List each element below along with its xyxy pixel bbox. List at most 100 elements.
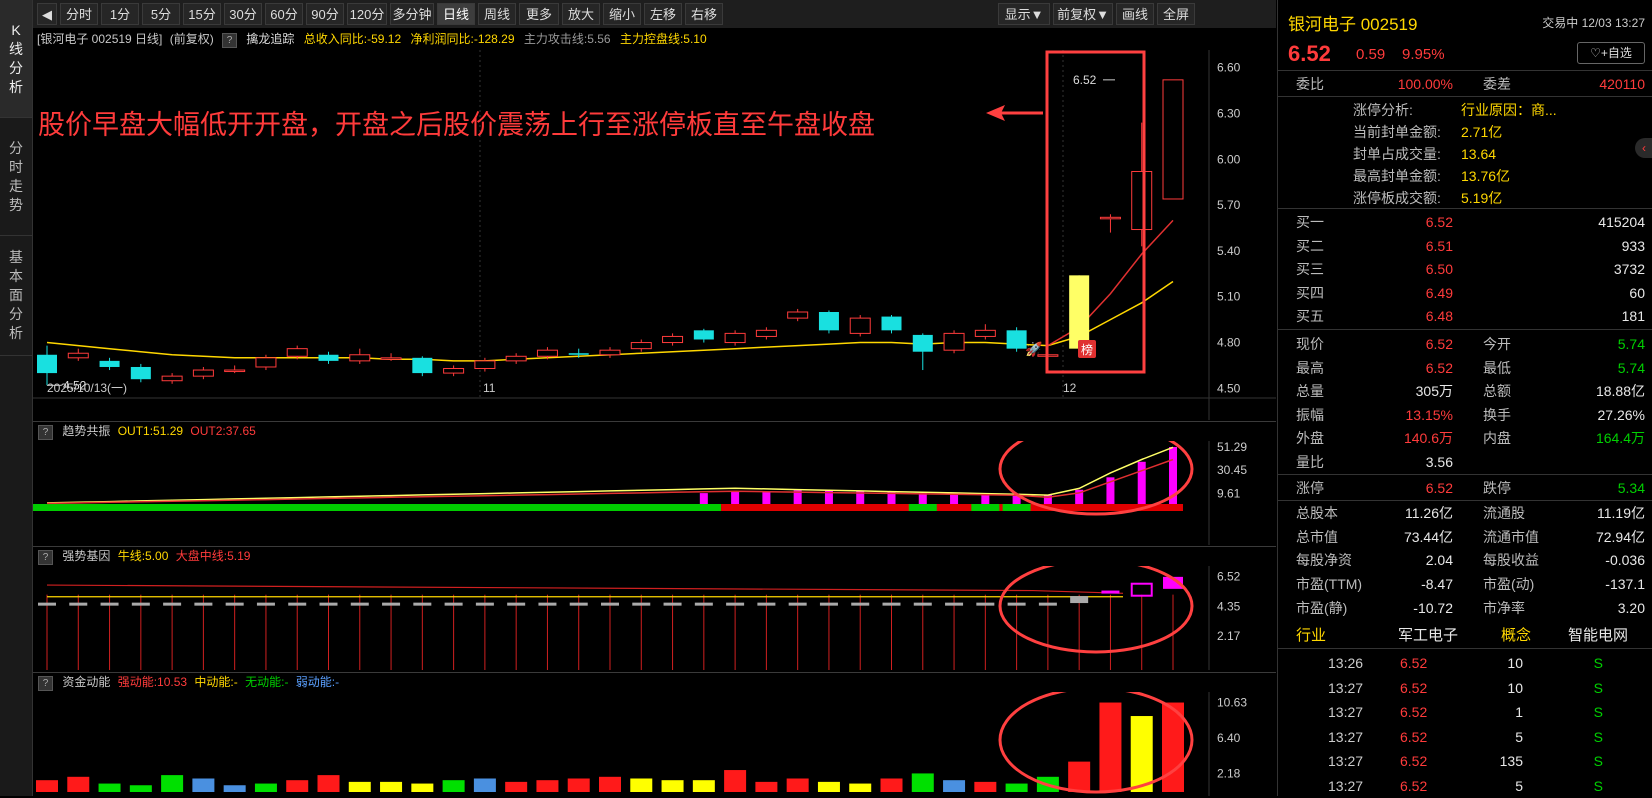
magenta-bar bbox=[918, 493, 927, 504]
tick-time: 13:27 bbox=[1328, 704, 1364, 720]
period-button-11[interactable]: 更多▼ bbox=[519, 3, 559, 44]
period-button-10[interactable]: 周线 bbox=[478, 3, 516, 25]
candle-body bbox=[130, 366, 151, 380]
pane4-chart[interactable]: 10.636.402.18⚙✕ bbox=[33, 692, 1276, 796]
period-button-6[interactable]: 90分 bbox=[306, 3, 344, 25]
y-tick-label: 6.60 bbox=[1217, 61, 1241, 75]
candle-body bbox=[224, 369, 246, 373]
candle-body bbox=[161, 375, 183, 382]
energy-bar bbox=[1130, 716, 1153, 792]
help-icon[interactable]: ? bbox=[38, 425, 53, 440]
candle-body bbox=[599, 349, 621, 356]
tab-fundamentals[interactable]: 基本面分析 bbox=[0, 236, 32, 356]
candle-body bbox=[943, 332, 965, 351]
period-button-7[interactable]: 120分 bbox=[347, 3, 387, 25]
pane4-strong: 强动能:10.53 bbox=[117, 675, 188, 689]
trade-status: 交易中 12/03 13:27 bbox=[1542, 16, 1645, 30]
energy-bar bbox=[161, 775, 184, 792]
period-button-3[interactable]: 15分 bbox=[183, 3, 221, 25]
pane4-name: 资金动能 bbox=[62, 675, 111, 689]
period-button-1[interactable]: 1分 bbox=[101, 3, 139, 25]
pane3-market: 大盘中线:5.19 bbox=[175, 549, 251, 563]
stat-label: 现价 bbox=[1296, 336, 1324, 352]
divider bbox=[1278, 329, 1652, 330]
y-tick-label: 5.10 bbox=[1217, 290, 1241, 304]
stat-label: 每股收益 bbox=[1483, 552, 1539, 569]
help-icon[interactable]: ? bbox=[38, 550, 53, 565]
toolbar-right-button-1[interactable]: 前复权▼ bbox=[1053, 3, 1113, 25]
grey-bar bbox=[1007, 602, 1026, 606]
collapse-button[interactable]: ◀ bbox=[37, 3, 57, 25]
energy-bar bbox=[129, 785, 152, 792]
tick-price: 6.52 bbox=[1400, 704, 1428, 720]
stat-label: 量比 bbox=[1296, 454, 1324, 470]
add-watchlist-button[interactable]: ♡+自选 bbox=[1577, 42, 1645, 64]
toolbar-right-button-2[interactable]: 画线 bbox=[1116, 3, 1154, 25]
bid-price: 6.50 bbox=[1425, 261, 1453, 277]
weibi-row: 委比 100.00% 委差 420110 bbox=[1278, 72, 1652, 96]
badge-label: 榜 bbox=[1081, 342, 1093, 357]
candle-body bbox=[693, 330, 714, 340]
tick-time: 13:27 bbox=[1328, 679, 1364, 696]
magenta-bar bbox=[1137, 461, 1146, 504]
toolbar-right-button-0[interactable]: 显示▼ bbox=[998, 3, 1050, 25]
stat-label: 今开 bbox=[1483, 336, 1511, 352]
energy-bar bbox=[817, 781, 840, 792]
grey-bar bbox=[413, 602, 432, 606]
stat-label: 总市值 bbox=[1296, 528, 1338, 545]
market-line bbox=[46, 584, 1124, 594]
industry-label: 行业 bbox=[1296, 627, 1327, 644]
rocket-icon: 🚀 bbox=[1025, 341, 1043, 358]
period-button-12[interactable]: 放大 bbox=[562, 3, 600, 25]
period-button-13[interactable]: 缩小 bbox=[603, 3, 641, 25]
divider bbox=[1278, 96, 1652, 97]
pane3-chart[interactable]: 6.524.352.17⚙✕ bbox=[33, 566, 1276, 670]
tab-intraday[interactable]: 分时走势 bbox=[0, 118, 32, 236]
energy-bar bbox=[974, 781, 997, 792]
period-button-8[interactable]: 多分钟 bbox=[390, 3, 434, 25]
help-icon[interactable]: ? bbox=[38, 676, 53, 691]
grey-bar bbox=[131, 602, 150, 606]
grey-bar bbox=[726, 602, 745, 606]
period-button-4[interactable]: 30分 bbox=[224, 3, 262, 25]
candle-body bbox=[974, 329, 996, 337]
period-button-14[interactable]: 左移 bbox=[644, 3, 682, 25]
stat-value: 3.20 bbox=[1617, 599, 1645, 616]
tick-volume: 10 bbox=[1507, 655, 1523, 671]
period-button-5[interactable]: 60分 bbox=[265, 3, 303, 25]
grey-bar bbox=[225, 602, 244, 606]
help-icon[interactable]: ? bbox=[222, 33, 238, 48]
stat-value: 305万 bbox=[1415, 383, 1453, 400]
y-tick-label: 9.61 bbox=[1217, 486, 1241, 500]
tick-side: S bbox=[1593, 704, 1603, 720]
tab-kline-analysis[interactable]: K线分析 bbox=[0, 0, 32, 118]
energy-bar bbox=[536, 780, 559, 792]
period-button-9[interactable]: 日线 bbox=[437, 3, 475, 25]
energy-bar bbox=[67, 776, 90, 792]
period-button-0[interactable]: 分时 bbox=[60, 3, 98, 25]
period-button-15[interactable]: 右移 bbox=[685, 3, 723, 25]
pane3-bull: 牛线:5.00 bbox=[117, 549, 169, 563]
toolbar-right-button-3[interactable]: 全屏 bbox=[1157, 3, 1195, 25]
candle-body bbox=[412, 357, 433, 374]
energy-bar bbox=[630, 778, 653, 792]
pane2-chart[interactable]: 51.2930.459.61⚙✕ bbox=[33, 441, 1276, 545]
stock-name: 银河电子 002519 bbox=[1288, 15, 1418, 34]
stat-value: 2.04 bbox=[1425, 552, 1453, 569]
pane2-name: 趋势共振 bbox=[62, 424, 111, 438]
collapse-icon: ◀ bbox=[42, 7, 52, 22]
tick-side: S bbox=[1593, 679, 1603, 696]
candle-body bbox=[536, 349, 558, 357]
concept-value[interactable]: 智能电网 bbox=[1568, 625, 1628, 647]
industry-value[interactable]: 军工电子 bbox=[1398, 625, 1458, 647]
divider bbox=[1278, 208, 1652, 209]
y-tick-label: 4.80 bbox=[1217, 336, 1241, 350]
expand-arrow-icon[interactable]: ‹ bbox=[1635, 138, 1652, 158]
energy-bar bbox=[849, 783, 872, 792]
pane4-mid: 中动能:- bbox=[194, 675, 238, 689]
tick-side: S bbox=[1593, 753, 1603, 769]
period-button-2[interactable]: 5分 bbox=[142, 3, 180, 25]
divider bbox=[1278, 500, 1652, 501]
tick-volume: 5 bbox=[1515, 777, 1523, 794]
x-tick-label: 2025/10/13(一) bbox=[47, 381, 127, 395]
